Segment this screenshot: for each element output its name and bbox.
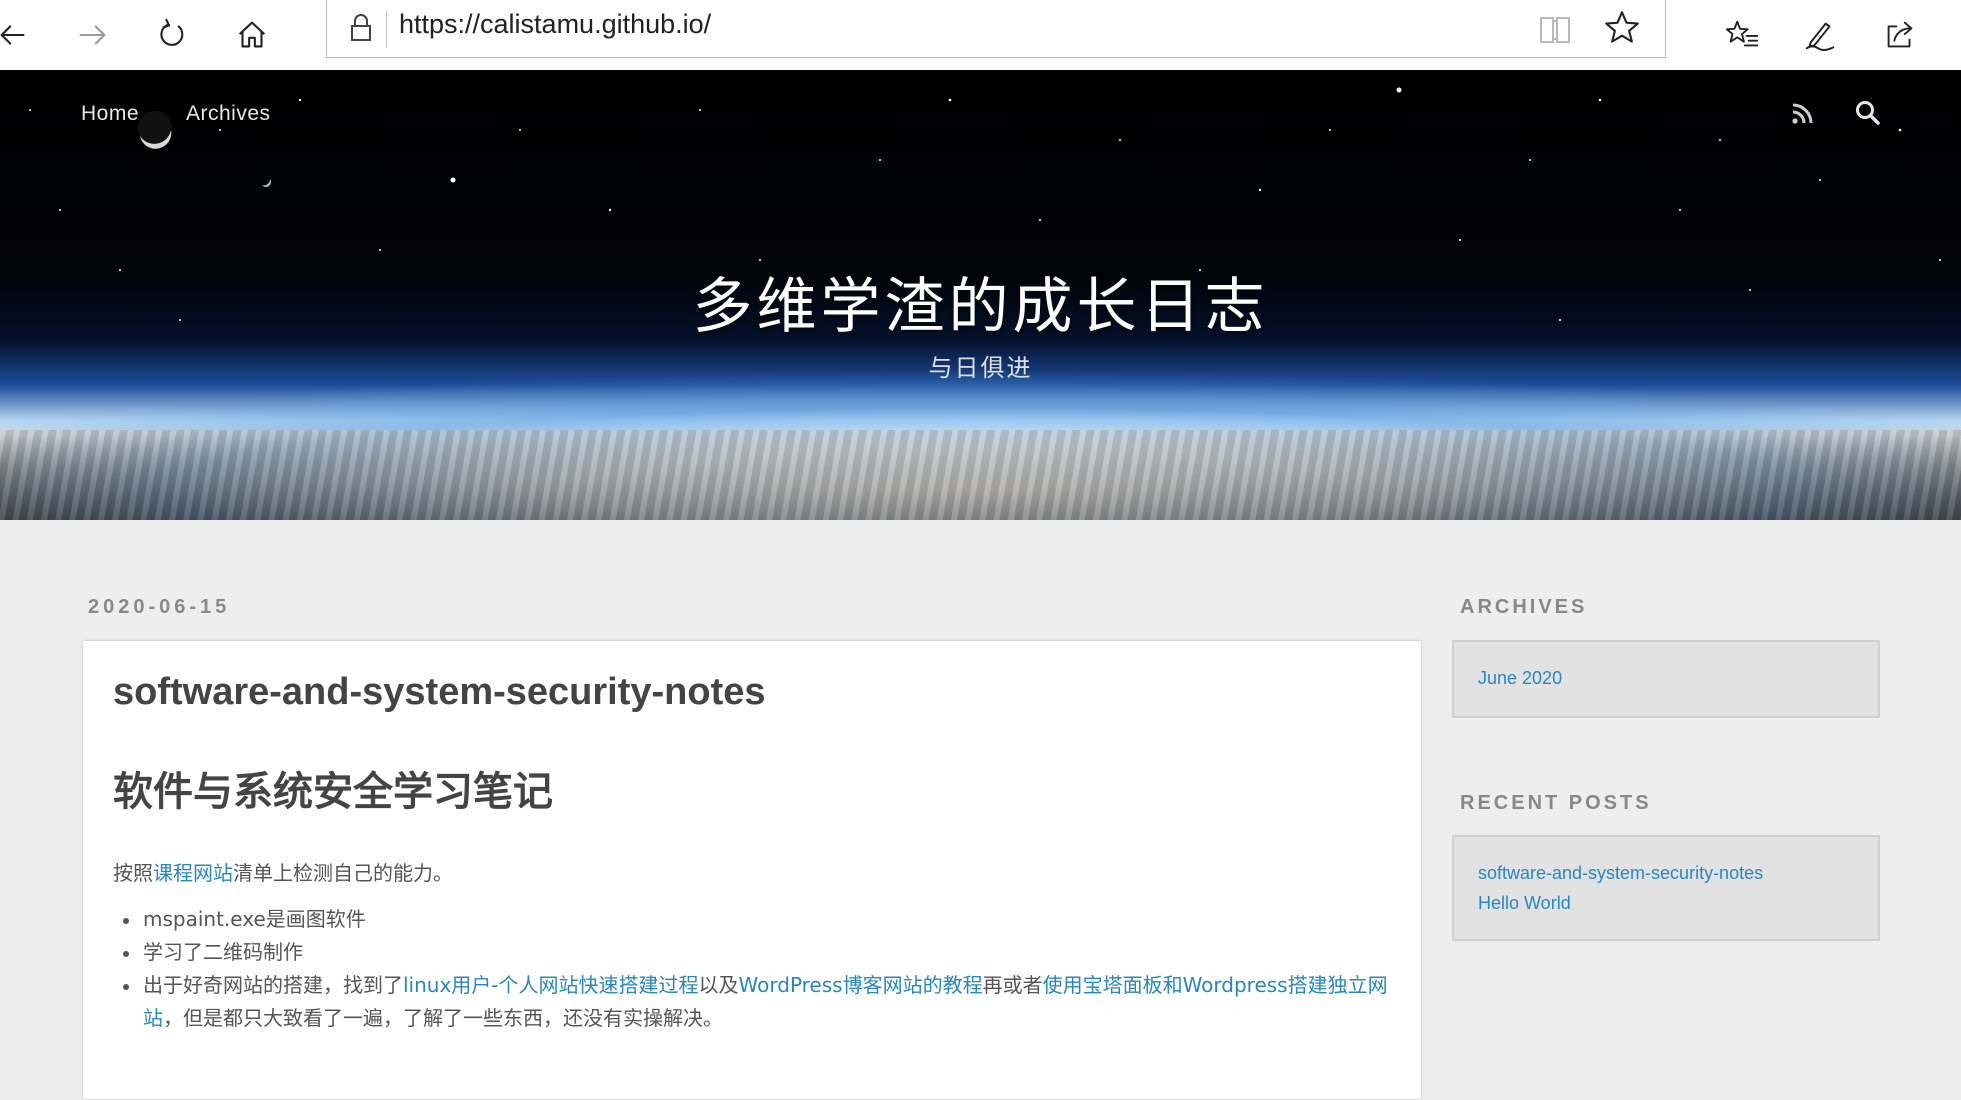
site-subtitle: 与日俱进 bbox=[928, 354, 1033, 382]
archives-widget: June 2020 bbox=[1452, 640, 1880, 718]
search-icon[interactable] bbox=[1854, 99, 1882, 127]
share-button[interactable] bbox=[1870, 5, 1930, 65]
site-title[interactable]: 多维学渣的成长日志 bbox=[0, 258, 1961, 345]
list-item: mspaint.exe是画图软件 bbox=[113, 903, 1393, 936]
wordpress-tutorial-link[interactable]: WordPress博客网站的教程 bbox=[739, 973, 983, 997]
intro-text: 清单上检测自己的能力。 bbox=[233, 861, 453, 885]
post-heading: 软件与系统安全学习笔记 bbox=[113, 769, 553, 815]
back-button[interactable] bbox=[0, 5, 44, 65]
browser-toolbar: https://calistamu.github.io/ bbox=[0, 0, 1961, 71]
archive-link-june-2020[interactable]: June 2020 bbox=[1478, 668, 1562, 689]
list-text: 以及 bbox=[698, 973, 739, 997]
recent-post-link[interactable]: Hello World bbox=[1478, 893, 1571, 914]
share-icon bbox=[1887, 21, 1913, 48]
arrow-right-icon bbox=[79, 25, 106, 45]
rss-icon[interactable] bbox=[1790, 100, 1816, 126]
divider bbox=[386, 10, 387, 48]
notes-button[interactable] bbox=[1790, 5, 1850, 65]
recent-post-link[interactable]: software-and-system-security-notes bbox=[1478, 863, 1763, 884]
refresh-icon bbox=[160, 18, 184, 46]
url-text[interactable]: https://calistamu.github.io/ bbox=[399, 9, 711, 40]
list-text: ，但是都只大致看了一遍，了解了一些东西，还没有实操解决。 bbox=[163, 1006, 723, 1030]
post-intro: 按照课程网站清单上检测自己的能力。 bbox=[113, 857, 453, 886]
address-bar[interactable]: https://calistamu.github.io/ bbox=[326, 0, 1666, 58]
home-button[interactable] bbox=[222, 5, 282, 65]
favorites-button[interactable] bbox=[1712, 5, 1772, 65]
list-text: 再或者 bbox=[982, 973, 1043, 997]
linux-site-link[interactable]: linux用户-个人网站快速搭建过程 bbox=[403, 973, 699, 997]
nav-archives-link[interactable]: Archives bbox=[186, 102, 271, 126]
favorites-list-icon bbox=[1725, 20, 1759, 47]
arrow-left-icon bbox=[0, 25, 25, 45]
recent-posts-widget: software-and-system-security-notes Hello… bbox=[1452, 835, 1880, 941]
post-title[interactable]: software-and-system-security-notes bbox=[113, 671, 766, 714]
star-icon[interactable] bbox=[1601, 7, 1643, 49]
list-item: 出于好奇网站的搭建，找到了linux用户-个人网站快速搭建过程以及WordPre… bbox=[113, 969, 1393, 1035]
home-icon bbox=[238, 21, 266, 48]
recent-posts-widget-title: RECENT POSTS bbox=[1460, 792, 1652, 814]
list-text: 出于好奇网站的搭建，找到了 bbox=[143, 973, 403, 997]
pen-icon bbox=[1805, 22, 1835, 51]
lock-icon[interactable] bbox=[341, 8, 381, 48]
book-icon[interactable] bbox=[1535, 9, 1575, 49]
post-date: 2020-06-15 bbox=[88, 596, 231, 618]
intro-text: 按照 bbox=[113, 861, 153, 885]
earth-clouds bbox=[0, 430, 1961, 520]
course-site-link[interactable]: 课程网站 bbox=[153, 861, 233, 885]
post-card: software-and-system-security-notes 软件与系统… bbox=[82, 640, 1422, 1100]
refresh-button[interactable] bbox=[142, 5, 202, 65]
post-list: mspaint.exe是画图软件 学习了二维码制作 出于好奇网站的搭建，找到了l… bbox=[113, 903, 1393, 1035]
forward-button[interactable] bbox=[62, 5, 122, 65]
list-item: 学习了二维码制作 bbox=[113, 936, 1393, 969]
hero-banner: Home Archives 多维学渣的成长日志 与日俱进 bbox=[0, 70, 1961, 520]
archives-widget-title: ARCHIVES bbox=[1460, 596, 1588, 618]
nav-home-link[interactable]: Home bbox=[81, 102, 139, 126]
